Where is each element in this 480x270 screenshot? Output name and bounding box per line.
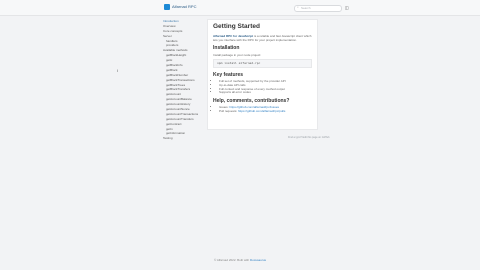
features-list: Full set of methods, supported by the pr… — [213, 79, 312, 95]
help-item: Pull requests: https://github.com/alfarn… — [219, 108, 312, 114]
installation-heading: Installation — [213, 45, 240, 51]
mouse-cursor-icon: I — [117, 68, 119, 73]
sidebar-item[interactable]: Testing — [163, 136, 205, 141]
help-heading: Help, comments, contributions? — [213, 98, 290, 105]
footer-link[interactable]: Docusaurus — [250, 258, 266, 262]
search-placeholder: Search — [301, 6, 311, 10]
features-heading: Key features — [213, 72, 244, 78]
top-navbar: Alfarnad RPC ⌕ Search ◫ — [0, 0, 480, 16]
installation-text: Install package in your node project: — [213, 53, 262, 57]
search-input[interactable]: ⌕ Search — [294, 5, 342, 12]
footer: © Alfarnad 2022. Built with Docusaurus — [0, 258, 480, 262]
edit-page-link[interactable]: Find a typo? Edit this page on GitHub — [288, 136, 330, 139]
logo-icon[interactable] — [164, 4, 170, 10]
main-content: Getting Started Alfarnad RPC for JavaScr… — [207, 19, 318, 130]
help-prefix: Pull requests: — [219, 108, 239, 113]
search-icon: ⌕ — [297, 5, 299, 9]
feature-item: Supports all error codes — [219, 91, 312, 95]
install-code-block[interactable]: npm install alfarnad-rpc — [213, 59, 312, 68]
site-title[interactable]: Alfarnad RPC — [172, 4, 196, 10]
footer-text: © Alfarnad 2022. Built with — [213, 258, 251, 262]
help-list: Issues: https://github.com/alfarnad/rpc/… — [213, 105, 312, 114]
page-title: Getting Started — [213, 23, 260, 30]
intro-paragraph: Alfarnad RPC for JavaScript is a reliabl… — [213, 34, 312, 42]
sidebar-nav: Introduction Overview Core concepts Server h… — [163, 19, 205, 141]
pull-requests-link[interactable]: https://github.com/alfarnad/rpc/pulls — [238, 109, 285, 113]
github-icon[interactable]: ◫ — [345, 5, 349, 10]
